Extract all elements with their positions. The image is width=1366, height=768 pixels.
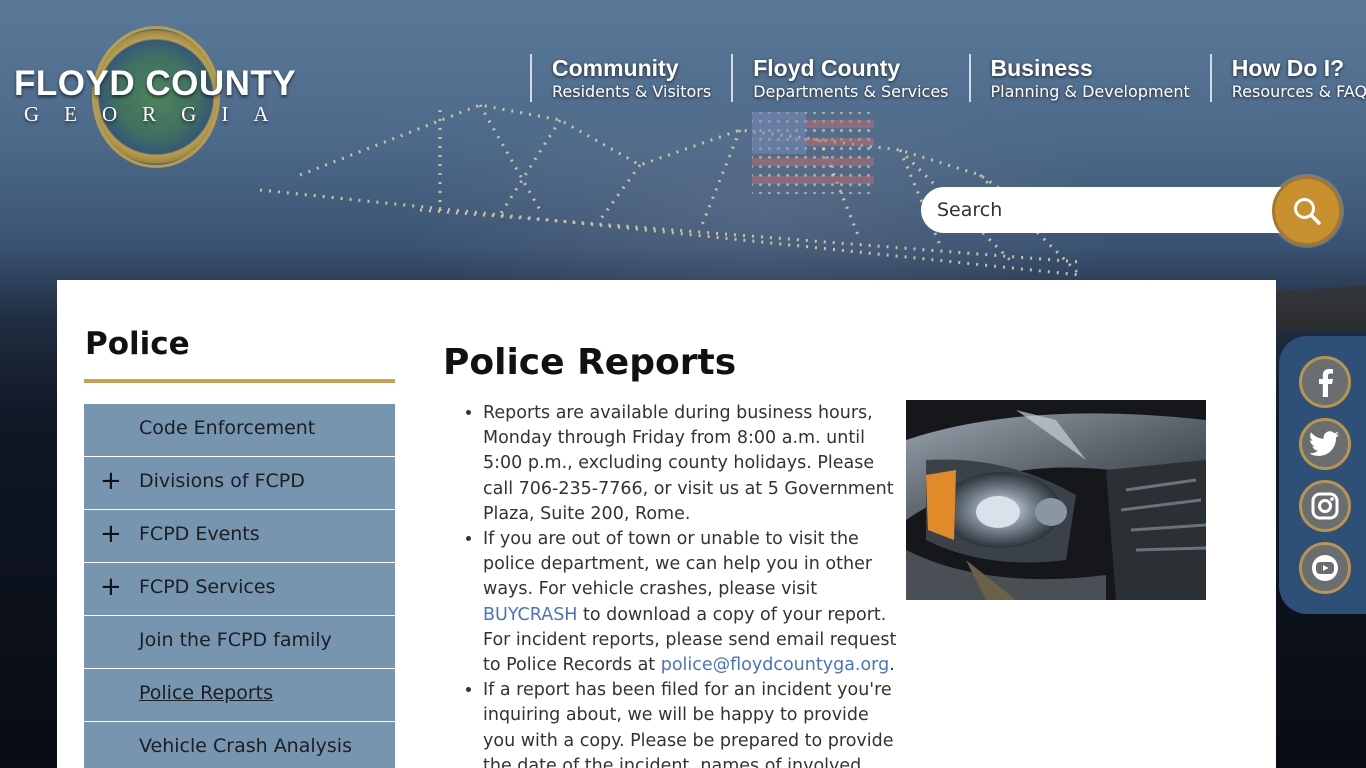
site-logo[interactable]: FLOYD COUNTY GEORGIA	[12, 24, 302, 174]
paragraph-text: If a report has been filed for an incide…	[483, 680, 894, 768]
nav-title: How Do I?	[1231, 55, 1345, 81]
social-links	[1279, 336, 1366, 614]
crashed-car-photo	[906, 400, 1206, 600]
expand-plus-icon[interactable]: +	[100, 466, 122, 496]
sidebar-item-label: Vehicle Crash Analysis	[139, 735, 352, 757]
search-button[interactable]	[1272, 176, 1342, 246]
buycrash-link[interactable]: BUYCRASH	[483, 605, 577, 625]
logo-subtitle: GEORGIA	[24, 102, 294, 126]
sidebar-item-label: FCPD Services	[139, 576, 276, 598]
nav-subtitle: Planning & Development	[990, 82, 1190, 101]
youtube-link[interactable]	[1299, 542, 1351, 594]
main-panel: Police Code Enforcement + Divisions of F…	[57, 280, 1276, 768]
twitter-link[interactable]	[1299, 418, 1351, 470]
nav-subtitle: Residents & Visitors	[552, 82, 712, 101]
sidebar-item-label: FCPD Events	[139, 523, 260, 545]
paragraph-text: If you are out of town or unable to visi…	[483, 529, 873, 600]
nav-business[interactable]: Business Planning & Development	[968, 54, 1210, 102]
nav-floyd-county[interactable]: Floyd County Departments & Services	[731, 54, 968, 102]
main-navigation: Community Residents & Visitors Floyd Cou…	[530, 54, 1366, 102]
nav-community[interactable]: Community Residents & Visitors	[530, 54, 731, 102]
paragraph-text: Reports are available during business ho…	[483, 403, 894, 524]
sidebar-item-label: Police Reports	[139, 682, 274, 704]
expand-plus-icon[interactable]: +	[100, 572, 122, 602]
instagram-icon	[1311, 492, 1339, 520]
page-title: Police Reports	[443, 342, 737, 383]
sidebar-item-divisions-of-fcpd[interactable]: + Divisions of FCPD	[84, 457, 395, 509]
car-crash-image	[906, 400, 1206, 600]
nav-subtitle: Resources & FAQs	[1231, 82, 1366, 101]
youtube-icon	[1312, 555, 1338, 581]
sidebar-item-vehicle-crash-analysis[interactable]: Vehicle Crash Analysis	[84, 722, 395, 768]
sidebar-divider	[84, 379, 395, 383]
list-item: Reports are available during business ho…	[483, 401, 899, 527]
nav-title: Community	[552, 55, 679, 81]
twitter-icon	[1310, 431, 1339, 456]
nav-title: Business	[990, 55, 1093, 81]
sidebar-item-code-enforcement[interactable]: Code Enforcement	[84, 404, 395, 456]
list-item: If a report has been filed for an incide…	[483, 678, 899, 768]
instagram-link[interactable]	[1299, 480, 1351, 532]
sidebar-item-label: Join the FCPD family	[139, 629, 332, 651]
sidebar-item-join-fcpd-family[interactable]: Join the FCPD family	[84, 616, 395, 668]
search-input[interactable]	[921, 187, 1261, 233]
sidebar-title: Police	[85, 326, 190, 362]
list-item: If you are out of town or unable to visi…	[483, 527, 899, 678]
logo-title: FLOYD COUNTY	[14, 64, 297, 103]
facebook-link[interactable]	[1299, 356, 1351, 408]
nav-title: Floyd County	[753, 55, 901, 81]
nav-how-do-i[interactable]: How Do I? Resources & FAQs	[1209, 54, 1366, 102]
sidebar-item-fcpd-services[interactable]: + FCPD Services	[84, 563, 395, 615]
email-link[interactable]: police@floydcountyga.org	[661, 655, 889, 675]
nav-subtitle: Departments & Services	[753, 82, 949, 101]
article-content: Reports are available during business ho…	[465, 401, 899, 768]
sidebar-item-label: Divisions of FCPD	[139, 470, 305, 492]
facebook-icon	[1319, 369, 1333, 397]
sidebar-item-police-reports[interactable]: Police Reports	[84, 669, 395, 721]
sidebar-item-fcpd-events[interactable]: + FCPD Events	[84, 510, 395, 562]
paragraph-text: .	[889, 655, 895, 676]
expand-plus-icon[interactable]: +	[100, 519, 122, 549]
search-bar	[921, 187, 1281, 233]
sidebar-item-label: Code Enforcement	[139, 417, 316, 439]
sidebar-menu: Code Enforcement + Divisions of FCPD + F…	[84, 404, 395, 768]
search-icon	[1294, 198, 1321, 225]
